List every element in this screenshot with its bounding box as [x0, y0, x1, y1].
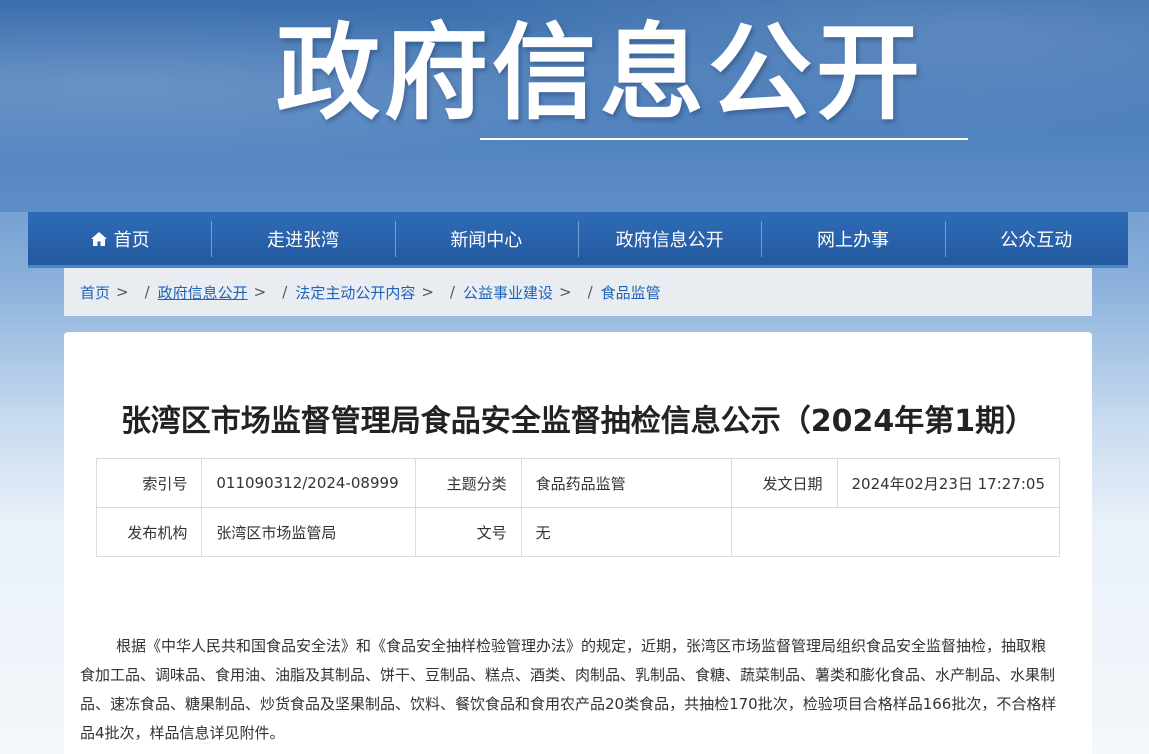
breadcrumb-statutory[interactable]: 法定主动公开内容	[295, 282, 415, 303]
article-body: 根据《中华人民共和国食品安全法》和《食品安全抽样检验管理办法》的规定，近期，张湾…	[80, 637, 1057, 742]
breadcrumb-slash: /	[282, 283, 288, 301]
breadcrumb-separator: >	[421, 283, 434, 301]
topic-value: 食品药品监管	[520, 458, 733, 508]
breadcrumb-public-welfare[interactable]: 公益事业建设	[463, 282, 553, 303]
nav-item-label: 网上办事	[816, 229, 889, 251]
article-title: 张湾区市场监督管理局食品安全监督抽检信息公示（2024年第1期）	[120, 404, 1036, 439]
index-label: 索引号	[95, 458, 203, 508]
topic-label: 主题分类	[415, 458, 522, 508]
nav-item-label: 公众互动	[1000, 229, 1073, 251]
docno-value: 无	[520, 507, 733, 557]
nav-item-news[interactable]: 新闻中心	[394, 212, 578, 265]
breadcrumb-slash: /	[144, 283, 150, 301]
docno-label: 文号	[415, 507, 522, 557]
breadcrumb-slash: /	[587, 283, 593, 301]
nav-item-gov-info[interactable]: 政府信息公开	[577, 212, 761, 265]
index-value: 011090312/2024-08999	[201, 458, 417, 508]
date-label: 发文日期	[731, 458, 838, 508]
breadcrumb: 首页 > / 政府信息公开 > / 法定主动公开内容 > / 公益事业建设 > …	[64, 268, 1092, 316]
empty-cell	[731, 507, 1060, 557]
home-icon	[90, 231, 107, 246]
breadcrumb-separator: >	[253, 283, 267, 301]
header-banner: 政府信息公开	[0, 0, 1149, 212]
article-meta-table: 索引号 011090312/2024-08999 主题分类 食品药品监管 发文日…	[95, 458, 1061, 557]
nav-item-interaction[interactable]: 公众互动	[944, 212, 1128, 265]
nav-item-label: 新闻中心	[450, 229, 523, 251]
org-value: 张湾区市场监管局	[201, 507, 417, 557]
main-nav: 首页 走进张湾 新闻中心 政府信息公开 网上办事 公众互动	[28, 212, 1128, 268]
nav-item-label: 走进张湾	[266, 229, 339, 251]
nav-item-about[interactable]: 走进张湾	[211, 212, 394, 265]
nav-item-label: 首页	[113, 229, 150, 251]
banner-underline	[480, 138, 968, 140]
table-row: 发布机构 张湾区市场监管局 文号 无	[95, 507, 1060, 557]
article-panel: 张湾区市场监督管理局食品安全监督抽检信息公示（2024年第1期） 索引号 011…	[64, 332, 1092, 754]
breadcrumb-slash: /	[449, 283, 455, 301]
nav-item-home[interactable]: 首页	[28, 212, 211, 265]
date-value: 2024年02月23日 17:27:05	[836, 458, 1061, 508]
table-row: 索引号 011090312/2024-08999 主题分类 食品药品监管 发文日…	[95, 458, 1061, 508]
breadcrumb-separator: >	[116, 283, 129, 301]
breadcrumb-food-supervision[interactable]: 食品监管	[601, 282, 661, 303]
breadcrumb-separator: >	[558, 283, 572, 301]
org-label: 发布机构	[95, 507, 203, 557]
breadcrumb-home[interactable]: 首页	[80, 282, 110, 303]
nav-item-online-services[interactable]: 网上办事	[761, 212, 944, 265]
banner-title: 政府信息公开	[276, 12, 925, 134]
breadcrumb-gov-info[interactable]: 政府信息公开	[158, 282, 248, 303]
nav-item-label: 政府信息公开	[615, 229, 724, 251]
